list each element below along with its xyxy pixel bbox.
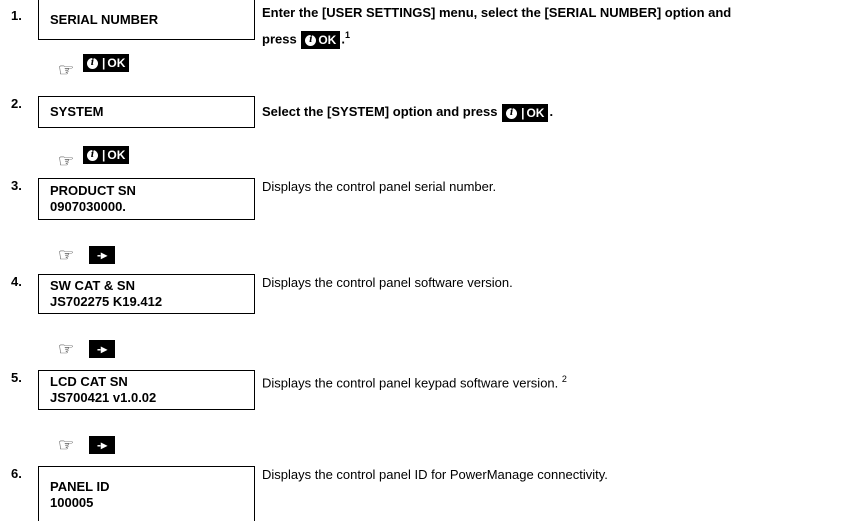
footnote-ref: 2 [561,374,567,384]
desc-text: press [262,31,297,47]
column-divider [254,370,255,410]
info-ok-key: i | OK [83,54,130,72]
key-press-row: ☞ -▸ [0,244,842,266]
key-press-row: ☞ i | OK [0,146,842,174]
info-ok-key: i | OK [502,103,549,122]
lcd-display: PRODUCT SN 0907030000. [38,178,254,220]
ok-label: OK [107,56,126,70]
separator: | [102,148,106,162]
column-divider [254,96,255,128]
step-description: Select the [SYSTEM] option and press i | O… [262,103,554,122]
step-number: 2. [11,96,22,111]
lcd-line-1: LCD CAT SN [50,374,128,389]
desc-line-1: Enter the [USER SETTINGS] menu, select t… [262,5,732,20]
step-number: 6. [11,466,22,481]
separator: | [521,105,525,120]
lcd-line-2: 0907030000. [50,199,126,214]
lcd-line-2: 100005 [50,495,94,510]
desc-text: Displays the control panel software vers… [262,275,513,290]
lcd-line-1: SYSTEM [50,104,104,119]
lcd-line-2: JS700421 v1.0.02 [50,390,157,405]
info-icon: i [87,150,98,162]
pointing-hand-icon: ☞ [58,60,75,80]
pointing-hand-icon: ☞ [58,151,75,171]
lcd-line-1: PRODUCT SN [50,183,136,198]
footnote-ref: 1 [344,30,350,40]
next-key: -▸ [89,436,116,454]
step-number: 5. [11,370,22,385]
pointing-hand-icon: ☞ [58,245,75,265]
key-press-row: ☞ i | OK [0,54,842,82]
key-press-row: ☞ -▸ [0,434,842,456]
desc-line-2: press i OK .1 [262,30,350,49]
ok-label: OK [318,32,337,47]
desc-text: Select the [SYSTEM] option and press [262,104,498,119]
lcd-line-2: JS702275 K19.412 [50,294,163,309]
lcd-line-1: SERIAL NUMBER [50,11,159,27]
lcd-line-1: SW CAT & SN [50,278,135,293]
lcd-display: SYSTEM [38,96,254,128]
pointing-hand-icon: ☞ [58,435,75,455]
step-description: Displays the control panel ID for PowerM… [262,464,608,486]
lcd-display: SW CAT & SN JS702275 K19.412 [38,274,254,314]
info-icon: i [506,107,518,119]
step-description: Enter the [USER SETTINGS] menu, select t… [262,2,731,50]
lcd-line-1: PANEL ID [50,479,110,494]
step-number: 4. [11,274,22,289]
step-number: 1. [11,8,22,23]
pointing-hand-icon: ☞ [58,339,75,359]
column-divider [254,0,255,40]
info-icon: i [87,58,98,70]
ok-label: OK [107,148,126,162]
column-divider [254,466,255,521]
lcd-display: LCD CAT SN JS700421 v1.0.02 [38,370,254,410]
column-divider [254,178,255,220]
lcd-display: PANEL ID 100005 [38,466,254,521]
next-key: -▸ [89,246,116,264]
desc-text: Displays the control panel keypad softwa… [262,375,559,391]
step-description: Displays the control panel serial number… [262,176,496,198]
next-key: -▸ [89,340,116,358]
step-description: Displays the control panel keypad softwa… [262,368,567,394]
ok-label: OK [526,105,545,120]
separator: | [102,56,106,70]
info-ok-key: i | OK [83,146,130,164]
info-icon: i [305,35,317,47]
desc-text: Displays the control panel ID for PowerM… [262,467,608,482]
lcd-display: SERIAL NUMBER [38,0,254,40]
desc-text: Displays the control panel serial number… [262,179,497,194]
step-description: Displays the control panel software vers… [262,272,513,294]
step-number: 3. [11,178,22,193]
info-ok-key: i OK [301,30,341,49]
key-press-row: ☞ -▸ [0,338,842,360]
column-divider [254,274,255,314]
